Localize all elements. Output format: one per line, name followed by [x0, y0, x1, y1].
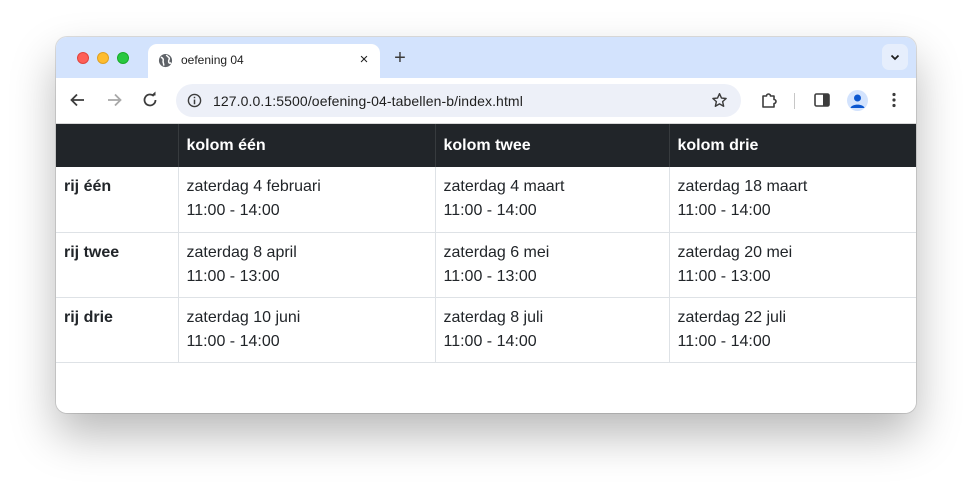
row-header: rij drie: [56, 297, 178, 363]
tab-title: oefening 04: [181, 53, 244, 67]
toolbar-divider: [794, 93, 795, 109]
star-icon[interactable]: [711, 92, 728, 109]
table-row: rij drie zaterdag 10 juni 11:00 - 14:00 z…: [56, 297, 916, 363]
cell-time: 11:00 - 14:00: [443, 332, 537, 350]
cell-time: 11:00 - 13:00: [677, 267, 771, 285]
cell-time: 11:00 - 13:00: [186, 267, 280, 285]
cell-date: zaterdag 8 juli: [443, 308, 544, 326]
tab-strip: oefening 04 × +: [56, 37, 916, 78]
window-minimize-button[interactable]: [97, 52, 109, 64]
puzzle-icon[interactable]: [759, 90, 779, 110]
table-header-row: kolom één kolom twee kolom drie: [56, 124, 916, 167]
window-close-button[interactable]: [77, 52, 89, 64]
window-maximize-button[interactable]: [117, 52, 129, 64]
row-header: rij één: [56, 167, 178, 233]
table-cell: zaterdag 8 juli 11:00 - 14:00: [434, 297, 669, 363]
side-panel-icon[interactable]: [812, 90, 832, 110]
table-cell: zaterdag 4 maart 11:00 - 14:00: [434, 167, 669, 233]
header-cell-corner: [56, 124, 178, 167]
new-tab-button[interactable]: +: [389, 47, 411, 69]
cell-date: zaterdag 18 maart: [677, 178, 808, 195]
cell-time: 11:00 - 14:00: [677, 332, 771, 350]
tab-search-button[interactable]: [882, 44, 908, 70]
tab-oefening-04[interactable]: oefening 04 ×: [148, 44, 380, 78]
cell-time: 11:00 - 14:00: [443, 202, 537, 219]
browser-toolbar: 127.0.0.1:5500/oefening-04-tabellen-b/in…: [56, 78, 916, 124]
avatar-glyph: [850, 94, 865, 108]
page-content: kolom één kolom twee kolom drie rij één …: [56, 124, 916, 413]
chevron-down-icon: [890, 54, 900, 61]
table-cell: zaterdag 10 juni 11:00 - 14:00: [177, 297, 435, 363]
row-header: rij twee: [56, 232, 178, 298]
info-icon[interactable]: [187, 93, 202, 108]
cell-date: zaterdag 22 juli: [677, 308, 787, 326]
table-row: rij één zaterdag 4 februari 11:00 - 14:00…: [56, 167, 916, 233]
cell-time: 11:00 - 14:00: [186, 332, 280, 350]
cell-time: 11:00 - 13:00: [443, 267, 537, 285]
address-bar[interactable]: 127.0.0.1:5500/oefening-04-tabellen-b/in…: [176, 84, 741, 117]
globe-icon: [158, 53, 173, 68]
cell-date: zaterdag 10 juni: [186, 308, 301, 326]
table-cell: zaterdag 22 juli 11:00 - 14:00: [668, 297, 916, 363]
profile-icon[interactable]: [847, 90, 868, 111]
browser-window: oefening 04 × + 127.0.0.1:5500/oefening-…: [56, 37, 916, 413]
cell-date: zaterdag 4 maart: [443, 178, 565, 195]
header-cell-kolom-twee: kolom twee: [434, 124, 669, 167]
header-cell-kolom-een: kolom één: [177, 124, 435, 167]
cell-date: zaterdag 8 april: [186, 243, 297, 261]
url-text[interactable]: 127.0.0.1:5500/oefening-04-tabellen-b/in…: [213, 93, 523, 109]
cell-time: 11:00 - 14:00: [677, 202, 771, 219]
table-cell: zaterdag 18 maart 11:00 - 14:00: [668, 167, 916, 233]
cell-date: zaterdag 4 februari: [186, 178, 321, 195]
header-cell-kolom-drie: kolom drie: [668, 124, 916, 167]
arrow-right-icon[interactable]: [104, 90, 124, 110]
table-cell: zaterdag 20 mei 11:00 - 13:00: [668, 232, 916, 298]
schedule-table: kolom één kolom twee kolom drie rij één …: [56, 124, 916, 363]
table-cell: zaterdag 6 mei 11:00 - 13:00: [434, 232, 669, 298]
table-row: rij twee zaterdag 8 april 11:00 - 13:00 z…: [56, 232, 916, 298]
cell-time: 11:00 - 14:00: [186, 202, 280, 219]
kebab-menu-icon[interactable]: [884, 90, 904, 110]
cell-date: zaterdag 6 mei: [443, 243, 550, 261]
arrow-left-icon[interactable]: [68, 90, 88, 110]
tab-close-button[interactable]: ×: [356, 52, 372, 68]
cell-date: zaterdag 20 mei: [677, 243, 793, 261]
reload-icon[interactable]: [140, 90, 160, 110]
table-cell: zaterdag 4 februari 11:00 - 14:00: [177, 167, 435, 233]
table-cell: zaterdag 8 april 11:00 - 13:00: [177, 232, 435, 298]
